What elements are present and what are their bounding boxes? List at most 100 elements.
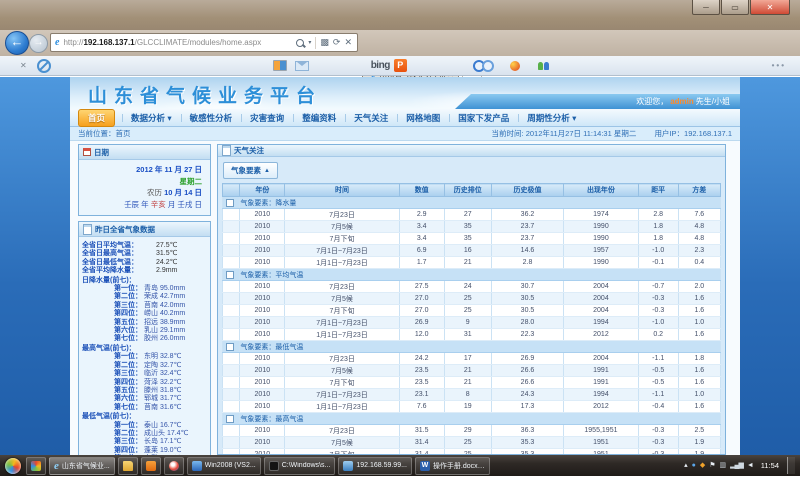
forward-button[interactable]: → xyxy=(29,34,48,53)
table-cell: 31.5 xyxy=(399,425,444,437)
weather-focus-header: 天气关注 xyxy=(218,145,725,157)
rank-value: 临沂 32.4℃ xyxy=(144,370,181,378)
group-row[interactable]: 气象要素：最高气温 xyxy=(223,413,721,425)
table-cell: 26.9 xyxy=(491,353,563,365)
group-row[interactable]: 气象要素：平均气温 xyxy=(223,269,721,281)
address-bar[interactable]: http://192.168.137.1/GLCCLIMATE/modules/… xyxy=(50,33,358,52)
table-cell: 1991 xyxy=(564,365,639,377)
table-cell: 1.6 xyxy=(678,365,720,377)
table-header-cell: 数值 xyxy=(399,184,444,197)
section-title: 日降水量(前七)： xyxy=(82,277,207,285)
calendar-body: 2012 年 11 月 27 日 星期二 农历 10 月 14 日 壬辰 年 辛… xyxy=(79,160,210,215)
taskbar-clock[interactable]: 11:54 xyxy=(761,461,779,470)
group-row[interactable]: 气象要素：降水量 xyxy=(223,197,721,209)
rank-line: 第三位：临沂 32.4℃ xyxy=(82,370,207,378)
volume-icon[interactable]: ◄ xyxy=(747,462,754,469)
taskbar-button-word[interactable]: 操作手册.docx ... xyxy=(415,457,490,475)
table-cell: 27.0 xyxy=(399,293,444,305)
current-time: 当前时间: 2012年11月27日 11:14:31 星期二 xyxy=(492,129,637,138)
stat-value: 2.9mm xyxy=(156,267,177,275)
row-checkbox-cell xyxy=(223,329,240,341)
security-shield-icon[interactable]: ◆ xyxy=(700,462,705,469)
table-cell: 1994 xyxy=(564,389,639,401)
web-page: 山东省气候业务平台 欢迎您， admin 先生/小姐 首页数据分析 ▾敏感性分析… xyxy=(0,77,800,455)
row-checkbox-cell xyxy=(223,245,240,257)
table-cell: 2.3 xyxy=(678,245,720,257)
calendar-ganzhi: 壬辰 年 辛亥 月 壬戌 日 xyxy=(83,199,202,211)
minimize-button[interactable]: ─ xyxy=(692,0,720,15)
table-header-cell: 方差 xyxy=(678,184,720,197)
nav-item[interactable]: 敏感性分析 xyxy=(181,110,242,126)
compatibility-view-icon[interactable]: ▩ xyxy=(320,37,329,48)
show-desktop-button[interactable] xyxy=(787,457,795,474)
nav-item[interactable]: 周期性分析 ▾ xyxy=(518,110,585,126)
table-cell: 7月1日~7月23日 xyxy=(285,389,400,401)
nav-item[interactable]: 网格地图 xyxy=(397,110,449,126)
back-button[interactable]: ← xyxy=(5,31,29,55)
stat-value: 27.5℃ xyxy=(156,242,178,250)
toolbar-close-icon[interactable]: ✕ xyxy=(20,61,27,70)
toolbar-overflow-icon[interactable]: ••• xyxy=(772,61,786,70)
rank-value: 蓬莱 19.0℃ xyxy=(144,447,181,455)
nav-item[interactable]: 数据分析 ▾ xyxy=(122,110,181,126)
taskbar-button-cmd[interactable]: C:\Windows\s... xyxy=(264,457,336,475)
rank-value: 莒南 31.6℃ xyxy=(144,404,181,412)
table-cell: 7月下旬 xyxy=(285,305,400,317)
stat-label: 全省日最低气温： xyxy=(82,259,156,267)
nav-item[interactable]: 国家下发产品 xyxy=(449,110,518,126)
bing-logo[interactable]: bing xyxy=(371,60,390,71)
taskbar-button-app-round[interactable] xyxy=(164,457,184,475)
refresh-icon[interactable]: ⟳ xyxy=(333,37,341,48)
group-checkbox[interactable] xyxy=(226,343,234,351)
group-checkbox[interactable] xyxy=(226,199,234,207)
hidden-icons-arrow-icon[interactable]: ▴ xyxy=(684,462,688,469)
taskbar-button-ie[interactable]: 山东省气候业... xyxy=(49,457,115,475)
nav-item[interactable]: 灾害查询 xyxy=(241,110,293,126)
table-row: 20107月5候31.42535.31951-0.31.9 xyxy=(223,437,721,449)
system-tray: ▴ ● ◆ ⚑ ▥ ▂▄▆ ◄ 11:54 xyxy=(684,457,797,474)
nav-item[interactable]: 整编资料 xyxy=(293,110,345,126)
action-center-flag-icon[interactable]: ⚑ xyxy=(709,462,715,469)
ie-icon xyxy=(54,460,59,472)
sparkle-icon[interactable] xyxy=(510,61,520,71)
nav-item[interactable]: 天气关注 xyxy=(345,110,397,126)
maximize-button[interactable]: ▭ xyxy=(721,0,749,15)
close-button[interactable]: ✕ xyxy=(750,0,790,15)
taskbar-button-app-orange[interactable] xyxy=(141,457,161,475)
search-icon[interactable] xyxy=(296,39,304,47)
table-cell: 7月5候 xyxy=(285,221,400,233)
table-cell: 7.6 xyxy=(678,209,720,221)
circles-icon[interactable] xyxy=(473,60,494,72)
mail-icon[interactable] xyxy=(295,61,309,71)
status-right: 当前时间: 2012年11月27日 11:14:31 星期二 用户IP：192.… xyxy=(476,128,732,139)
element-filter-button[interactable]: 气象要素▲ xyxy=(223,162,278,179)
nav-item[interactable]: 首页 xyxy=(78,109,115,127)
row-checkbox-cell xyxy=(223,353,240,365)
images-icon[interactable] xyxy=(273,60,287,71)
taskbar-button-pinned[interactable] xyxy=(26,457,46,475)
start-button[interactable] xyxy=(5,458,21,474)
table-cell: 4.8 xyxy=(678,221,720,233)
network-bars-icon[interactable]: ▂▄▆ xyxy=(730,462,743,469)
taskbar-button-label: 操作手册.docx ... xyxy=(433,461,485,471)
stop-icon[interactable]: ✕ xyxy=(344,37,352,48)
taskbar-button-folder[interactable] xyxy=(118,457,138,475)
table-cell: 2.0 xyxy=(678,281,720,293)
group-checkbox[interactable] xyxy=(226,271,234,279)
divider xyxy=(315,37,316,49)
blocked-icon[interactable] xyxy=(37,59,51,73)
display-icon[interactable]: ▥ xyxy=(719,462,726,469)
table-cell: 23.1 xyxy=(399,389,444,401)
people-icon[interactable] xyxy=(538,62,549,70)
taskbar-button-app-blue[interactable]: Win2008 (VS2... xyxy=(187,457,261,475)
weather-focus-body: 气象要素▲ 年份时间数值历史排位历史极值出现年份距平方差 气象要素：降水量201… xyxy=(218,157,725,455)
group-row[interactable]: 气象要素：最低气温 xyxy=(223,341,721,353)
network-globe-icon[interactable]: ● xyxy=(692,462,696,469)
p-app-icon[interactable] xyxy=(394,59,407,72)
url-dropdown-icon[interactable]: ▾ xyxy=(308,39,311,46)
table-row: 20107月1日~7月23日23.1824.31994-1.11.0 xyxy=(223,389,721,401)
taskbar-button-remote[interactable]: 192.168.59.99... xyxy=(338,457,412,475)
group-checkbox[interactable] xyxy=(226,415,234,423)
table-row: 20107月5候3.43523.719901.84.8 xyxy=(223,221,721,233)
table-cell: 7月5候 xyxy=(285,437,400,449)
